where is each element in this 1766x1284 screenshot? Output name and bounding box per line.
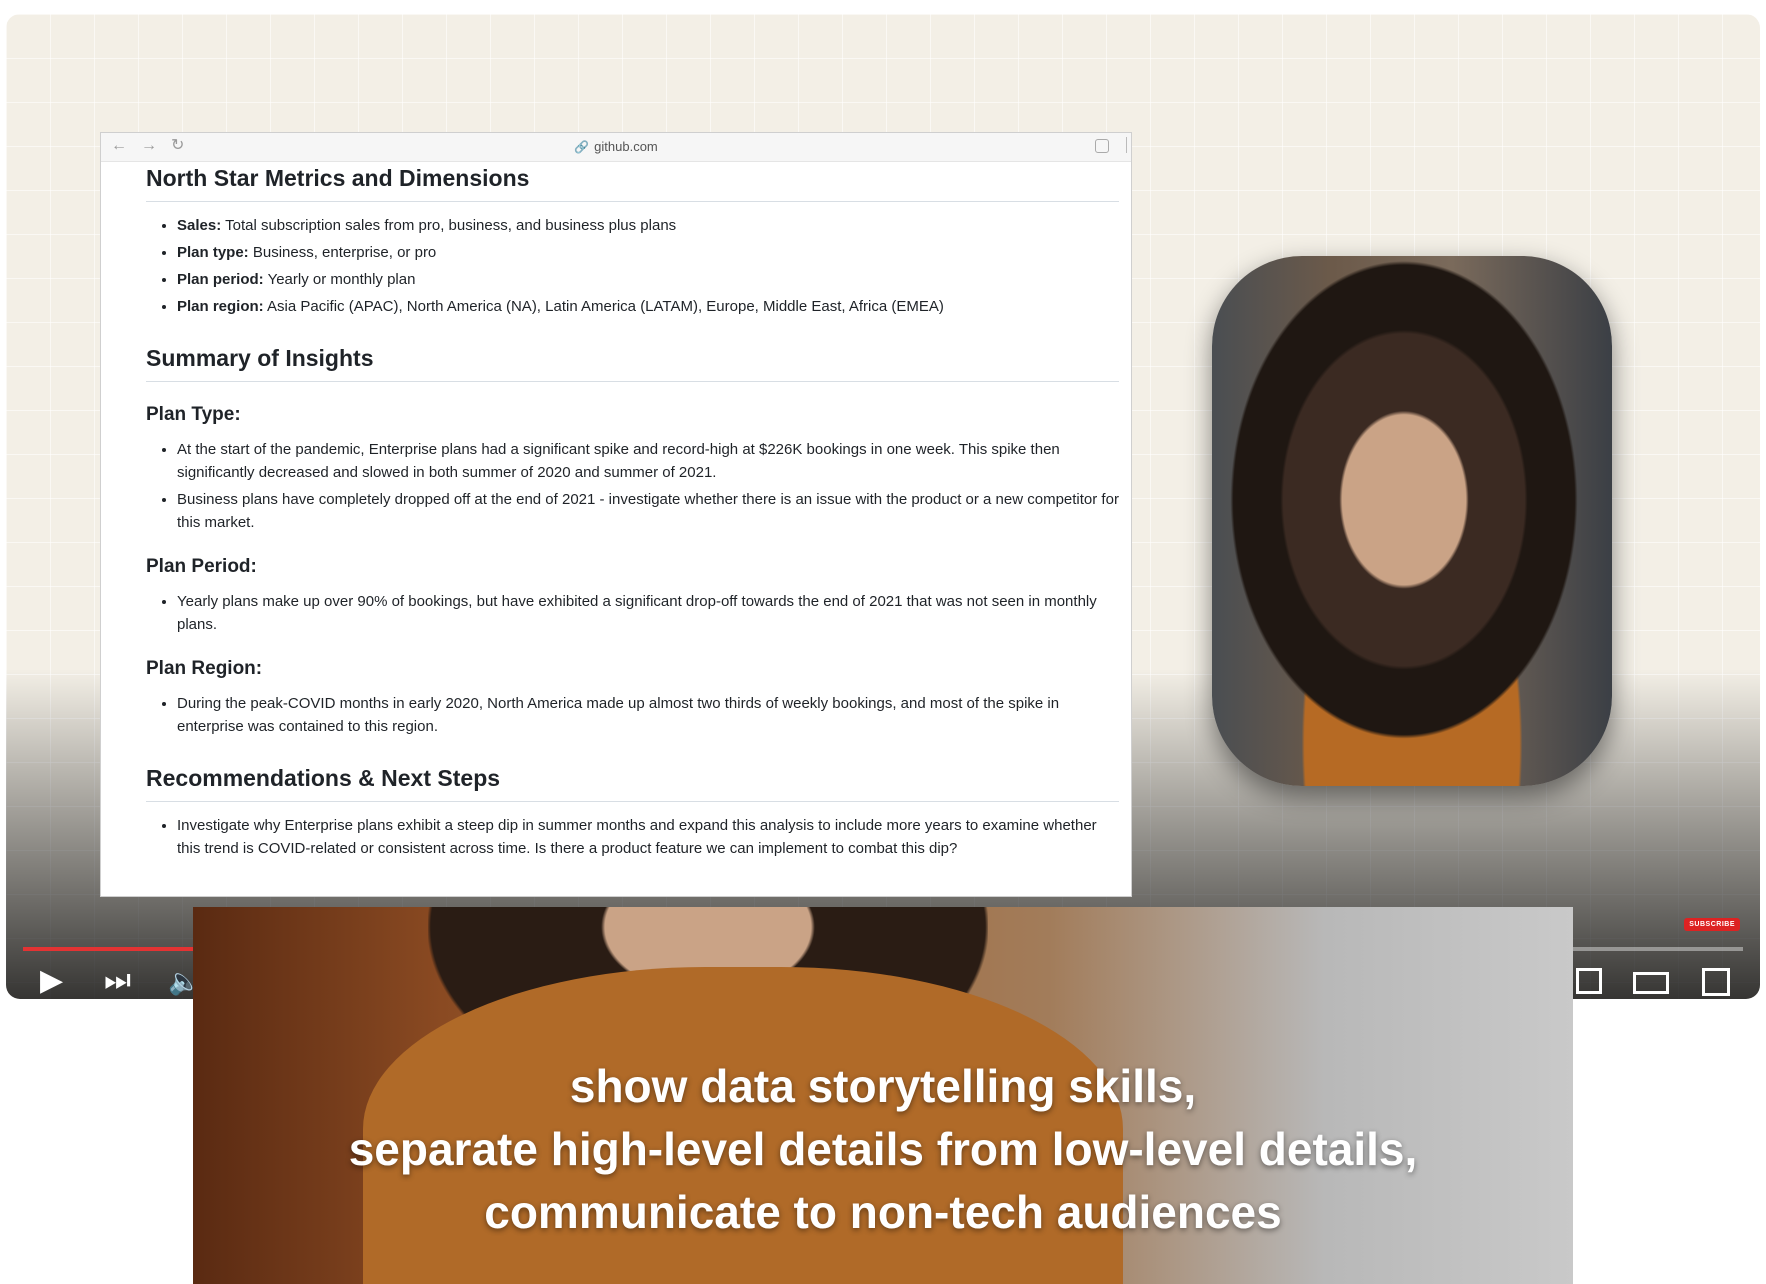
video-player[interactable]: ← → ↻ 🔗 github.com North Star Metrics and… [6,14,1760,999]
readme-content: North Star Metrics and Dimensions Sales:… [146,161,1119,864]
play-icon[interactable]: ▶ [40,964,63,998]
plan-region-list: During the peak-COVID months in early 20… [146,692,1119,738]
url-text: github.com [594,139,658,154]
list-item: Plan period: Yearly or monthly plan [177,268,1119,291]
plan-period-list: Yearly plans make up over 90% of booking… [146,590,1119,636]
list-item: Plan type: Business, enterprise, or pro [177,241,1119,264]
plan-period-heading: Plan Period: [146,556,257,577]
caption-panel: show data storytelling skills, separate … [193,907,1573,1284]
recommendations-list: Investigate why Enterprise plans exhibit… [146,814,1119,860]
metrics-heading: North Star Metrics and Dimensions [146,161,1119,202]
list-item: Sales: Total subscription sales from pro… [177,214,1119,237]
caption-line: show data storytelling skills, [569,1060,1197,1112]
list-item: Yearly plans make up over 90% of booking… [177,590,1119,636]
plan-region-heading: Plan Region: [146,658,263,679]
list-item: Plan region: Asia Pacific (APAC), North … [177,295,1119,318]
progress-played [23,947,195,951]
address-bar[interactable]: 🔗 github.com [101,139,1131,154]
recommendations-heading: Recommendations & Next Steps [146,761,1119,802]
caption-text: show data storytelling skills, separate … [193,1055,1573,1244]
reader-icon[interactable] [1095,139,1109,153]
miniplayer-icon[interactable] [1576,968,1602,994]
webcam-overlay [1212,256,1612,786]
metrics-list: Sales: Total subscription sales from pro… [146,214,1119,318]
plan-type-heading: Plan Type: [146,404,241,425]
plan-type-list: At the start of the pandemic, Enterprise… [146,438,1119,534]
next-icon[interactable]: ⏭ [104,964,131,998]
insights-heading: Summary of Insights [146,341,1119,382]
fullscreen-icon[interactable] [1702,968,1730,996]
caption-line: separate high-level details from low-lev… [348,1123,1418,1175]
list-item: During the peak-COVID months in early 20… [177,692,1119,738]
tab-edge [1126,137,1131,153]
subscribe-badge[interactable]: SUBSCRIBE [1684,918,1740,931]
link-icon: 🔗 [574,140,590,154]
browser-toolbar: ← → ↻ 🔗 github.com [101,133,1131,162]
caption-line: communicate to non-tech audiences [484,1186,1282,1238]
list-item: Business plans have completely dropped o… [177,488,1119,534]
list-item: At the start of the pandemic, Enterprise… [177,438,1119,484]
list-item: Investigate why Enterprise plans exhibit… [177,814,1119,860]
theater-mode-icon[interactable] [1633,972,1669,994]
browser-window: ← → ↻ 🔗 github.com North Star Metrics and… [100,132,1132,897]
